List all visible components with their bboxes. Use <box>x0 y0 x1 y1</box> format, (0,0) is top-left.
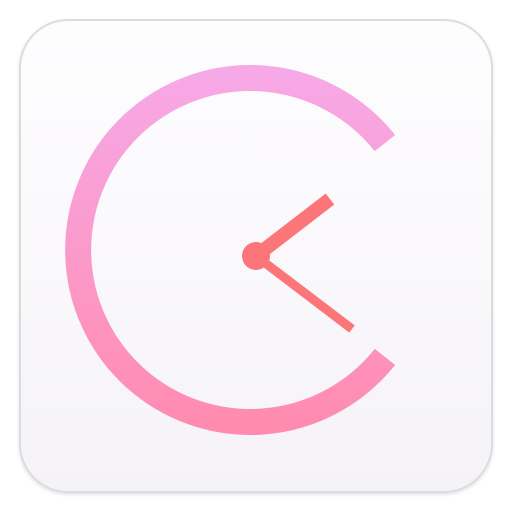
clock-app-icon-graphic <box>19 19 493 493</box>
clock-app-icon[interactable] <box>0 0 512 512</box>
clock-center-pivot <box>242 242 270 270</box>
